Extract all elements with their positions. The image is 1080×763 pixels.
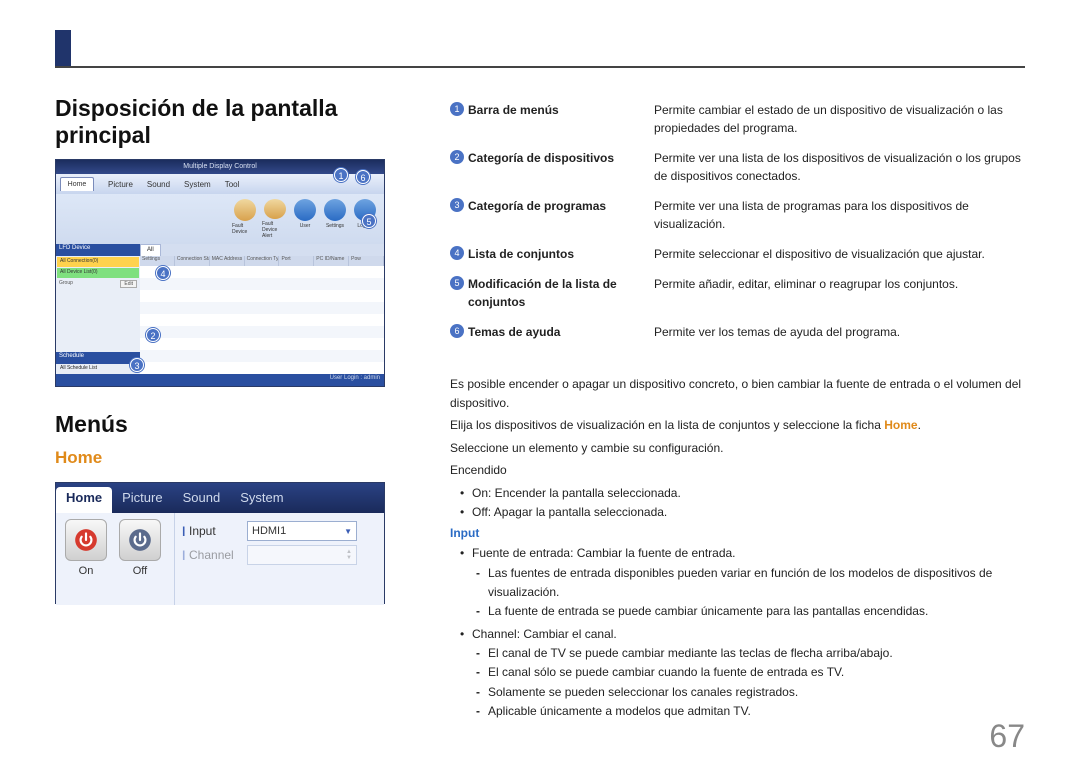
- tab-home[interactable]: Home: [60, 177, 94, 191]
- fault-device-icon[interactable]: Fault Device: [232, 199, 258, 239]
- app-screenshot-main: Multiple Display Control Home Picture So…: [55, 159, 385, 387]
- dash-ch-3: Solamente se pueden seleccionar los cana…: [450, 683, 1025, 702]
- fault-device-alert-icon[interactable]: Fault Device Alert: [262, 199, 288, 239]
- ribbon: Fault Device Fault Device Alert User Set…: [56, 194, 384, 244]
- callout-6: 6: [356, 170, 370, 184]
- intro-para-2: Elija los dispositivos de visualización …: [450, 416, 1025, 435]
- input-label: Input: [189, 524, 247, 538]
- side-edit-button[interactable]: Edit: [120, 280, 137, 288]
- power-icon: [127, 527, 153, 553]
- power-off-button[interactable]: [119, 519, 161, 561]
- home-menu-screenshot: Home Picture Sound System On: [55, 482, 385, 604]
- header-accent: [55, 30, 71, 68]
- side-all-connection[interactable]: All Connection(0): [57, 257, 139, 267]
- subheading-home: Home: [55, 448, 385, 468]
- legend-table: 1Barra de menúsPermite cambiar el estado…: [450, 95, 1025, 347]
- on-label: On: [79, 565, 94, 577]
- callout-3: 3: [130, 358, 144, 372]
- dash-input-1: Las fuentes de entrada disponibles puede…: [450, 564, 1025, 602]
- tab-system[interactable]: System: [184, 180, 211, 189]
- side-header-lfd[interactable]: LFD Device: [56, 244, 140, 256]
- input-heading: Input: [450, 526, 1025, 540]
- dash-ch-2: El canal sólo se puede cambiar cuando la…: [450, 663, 1025, 682]
- dash-ch-1: El canal de TV se puede cambiar mediante…: [450, 644, 1025, 663]
- bullet-off: Off: Apagar la pantalla seleccionada.: [450, 503, 1025, 522]
- header-rule: [55, 66, 1025, 68]
- settings-icon[interactable]: Settings: [322, 199, 348, 239]
- intro-para-1: Es posible encender o apagar un disposit…: [450, 375, 1025, 412]
- off-label: Off: [133, 565, 147, 577]
- tab-sound[interactable]: Sound: [147, 180, 170, 189]
- grid-panel: All SettingsConnection Status MAC Addres…: [140, 244, 384, 374]
- tab-picture[interactable]: Picture: [108, 180, 133, 189]
- channel-label: Channel: [189, 548, 247, 562]
- power-on-button[interactable]: [65, 519, 107, 561]
- side-all-device[interactable]: All Device List(0): [57, 268, 139, 278]
- bullet-input: Fuente de entrada: Cambiar la fuente de …: [450, 544, 1025, 563]
- side-schedule-list[interactable]: All Schedule List: [57, 364, 139, 374]
- bullet-channel: Channel: Cambiar el canal.: [450, 625, 1025, 644]
- dash-ch-4: Aplicable únicamente a modelos que admit…: [450, 702, 1025, 721]
- power-icon: [73, 527, 99, 553]
- page-number: 67: [989, 718, 1025, 755]
- channel-select[interactable]: ▲▼: [247, 545, 357, 565]
- heading-layout: Disposición de la pantalla principal: [55, 95, 385, 149]
- callout-2: 2: [146, 328, 160, 342]
- heading-menus: Menús: [55, 411, 385, 438]
- side-group-label: Group: [59, 280, 73, 288]
- chevron-down-icon: ▼: [344, 527, 352, 536]
- callout-5: 5: [362, 214, 376, 228]
- bullet-on: On: Encender la pantalla seleccionada.: [450, 484, 1025, 503]
- home-tab-sound[interactable]: Sound: [173, 483, 231, 513]
- home-tab-home[interactable]: Home: [56, 487, 112, 513]
- intro-para-3: Seleccione un elemento y cambie su confi…: [450, 439, 1025, 458]
- user-icon[interactable]: User: [292, 199, 318, 239]
- input-select[interactable]: HDMI1 ▼: [247, 521, 357, 541]
- tab-tool[interactable]: Tool: [225, 180, 240, 189]
- encendido-label: Encendido: [450, 461, 1025, 480]
- home-tabs-bar: Home Picture Sound System: [56, 483, 384, 513]
- status-bar: User Login : admin: [56, 374, 384, 386]
- grid-header: SettingsConnection Status MAC AddressCon…: [140, 256, 384, 266]
- home-tab-system[interactable]: System: [230, 483, 293, 513]
- side-header-schedule[interactable]: Schedule: [56, 352, 140, 364]
- home-tab-picture[interactable]: Picture: [112, 483, 172, 513]
- grid-tab-all[interactable]: All: [140, 244, 161, 256]
- callout-1: 1: [334, 168, 348, 182]
- grid-body[interactable]: [140, 266, 384, 374]
- dash-input-2: La fuente de entrada se puede cambiar ún…: [450, 602, 1025, 621]
- callout-4: 4: [156, 266, 170, 280]
- side-panel: LFD Device All Connection(0) All Device …: [56, 244, 140, 374]
